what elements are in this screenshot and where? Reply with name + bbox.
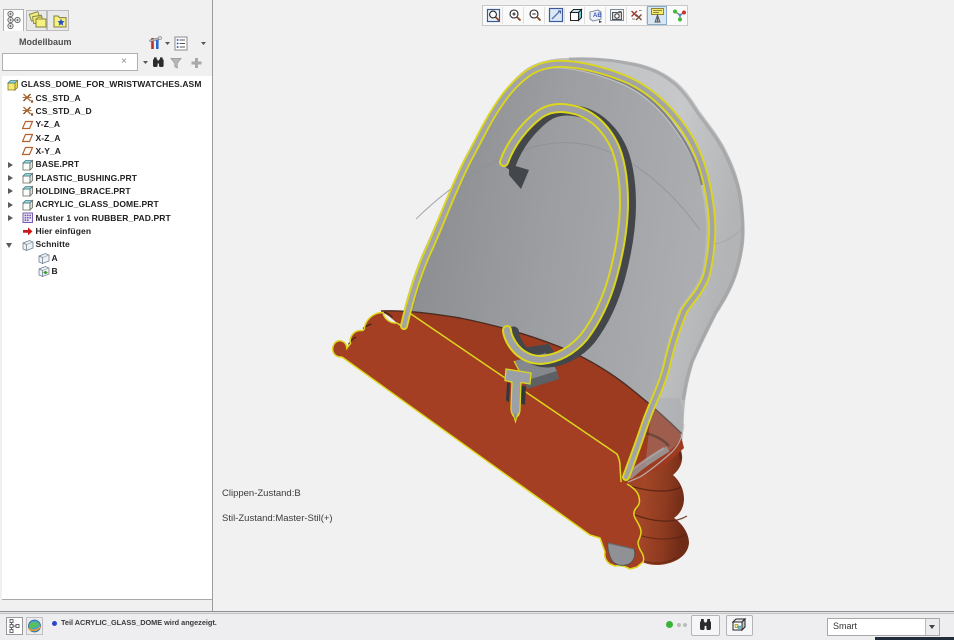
svg-text:AB: AB — [593, 13, 602, 19]
svg-text:Clippen-Zustand:B: Clippen-Zustand:B — [222, 488, 301, 499]
svg-text:Stil-Zustand:Master-Stil(+): Stil-Zustand:Master-Stil(+) — [222, 513, 333, 524]
